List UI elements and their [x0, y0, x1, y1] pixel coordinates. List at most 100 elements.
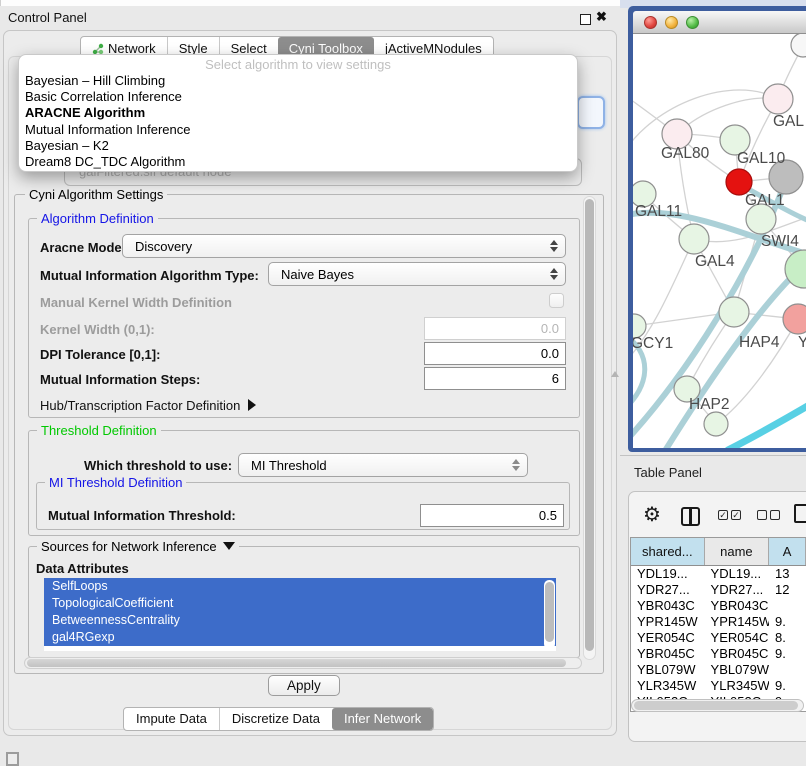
table-cell: YLR345W — [631, 678, 705, 694]
algorithm-dropdown-popup: Select algorithm to view settings Bayesi… — [18, 54, 578, 172]
hub-definition-toggle[interactable]: Hub/Transcription Factor Definition — [40, 398, 256, 413]
stepper-icon — [550, 268, 558, 280]
dpi-tolerance-input[interactable]: 0.0 — [424, 342, 566, 365]
show-columns-icon[interactable]: ✓ ✓ — [718, 510, 741, 520]
mi-steps-input[interactable]: 6 — [424, 367, 566, 390]
attribute-item[interactable]: BetweennessCentrality — [44, 612, 556, 629]
table-cell: 9. — [769, 646, 806, 662]
network-node-hap4[interactable] — [719, 297, 749, 327]
dropdown-item[interactable]: ARACNE Algorithm — [19, 105, 577, 121]
mi-steps-label: Mutual Information Steps: — [40, 372, 200, 387]
sources-toggle[interactable]: Sources for Network Inference — [37, 539, 239, 554]
table-cell: YER054C — [705, 630, 769, 646]
kernel-width-input[interactable]: 0.0 — [424, 317, 566, 340]
node-label: GAL80 — [661, 145, 710, 162]
network-node[interactable] — [791, 34, 806, 57]
tab-infer-network[interactable]: Infer Network — [332, 708, 433, 730]
node-label: Y — [798, 334, 806, 351]
network-node[interactable] — [704, 412, 728, 436]
column-header[interactable]: shared... — [631, 538, 705, 565]
checked-box-icon: ✓ — [718, 510, 728, 520]
unchecked-box-icon — [757, 510, 767, 520]
settings-horizontal-scrollbar[interactable] — [24, 657, 582, 669]
attribute-item[interactable]: gal4RGexp — [44, 629, 556, 646]
sources-title: Sources for Network Inference — [41, 539, 217, 554]
table-row[interactable]: YLR345WYLR345W9. — [631, 678, 806, 694]
scrollbar-thumb[interactable] — [27, 659, 566, 667]
which-threshold-select[interactable]: MI Threshold — [238, 453, 528, 477]
float-panel-icon[interactable] — [6, 752, 19, 766]
node-label: HAP4 — [739, 334, 780, 351]
manual-kernel-label: Manual Kernel Width Definition — [40, 295, 232, 310]
network-canvas[interactable]: GALGAL80GAL10GAL1GAL11GAL4SWI4HAP4YGCY1H… — [633, 34, 806, 448]
network-view-window: GALGAL80GAL10GAL1GAL11GAL4SWI4HAP4YGCY1H… — [628, 6, 806, 452]
table-horizontal-scrollbar[interactable] — [631, 699, 804, 712]
table-row[interactable]: YER054CYER054C8. — [631, 630, 806, 646]
zoom-traffic-light-icon[interactable] — [686, 16, 699, 29]
column-header[interactable]: name — [705, 538, 769, 565]
network-window-titlebar[interactable] — [633, 11, 806, 34]
table-cell: YBR043C — [631, 598, 705, 614]
dropdown-item[interactable]: Bayesian – Hill Climbing — [19, 73, 577, 89]
aracne-mode-value: Discovery — [135, 239, 192, 254]
close-traffic-light-icon[interactable] — [644, 16, 657, 29]
scrollbar-thumb[interactable] — [545, 582, 554, 642]
table-cell: YER054C — [631, 630, 705, 646]
table-row[interactable]: YPR145WYPR145W9. — [631, 614, 806, 630]
table-cell: YPR145W — [631, 614, 705, 630]
node-label: GCY1 — [633, 335, 673, 352]
network-node-y[interactable] — [783, 304, 806, 334]
mi-type-label: Mutual Information Algorithm Type: — [40, 268, 259, 283]
mi-type-value: Naive Bayes — [281, 267, 354, 282]
attribute-item[interactable]: TopologicalCoefficient — [44, 595, 556, 612]
mi-type-select[interactable]: Naive Bayes — [268, 262, 566, 286]
table-row[interactable]: YDR27...YDR27...12 — [631, 582, 806, 598]
scrollbar-thumb[interactable] — [585, 199, 594, 651]
dropdown-item[interactable]: Dream8 DC_TDC Algorithm — [19, 154, 577, 170]
algorithm-definition-title: Algorithm Definition — [37, 211, 158, 226]
settings-vertical-scrollbar[interactable] — [583, 196, 596, 660]
hub-definition-label: Hub/Transcription Factor Definition — [40, 398, 240, 413]
dropdown-item[interactable]: Bayesian – K2 — [19, 138, 577, 154]
table-cell: YDR27... — [705, 582, 769, 598]
node-label: GAL10 — [737, 150, 786, 167]
splitter-arrow-icon[interactable] — [611, 371, 619, 377]
table-panel-title: Table Panel — [634, 465, 702, 480]
hide-columns-icon[interactable] — [757, 510, 780, 520]
mi-threshold-input[interactable]: 0.5 — [420, 504, 564, 527]
network-icon — [92, 43, 104, 55]
export-table-icon[interactable] — [794, 504, 806, 523]
node-table[interactable]: shared...nameAYDL19...YDL19...13YDR27...… — [630, 537, 806, 712]
table-cell: YLR345W — [705, 678, 769, 694]
dropdown-item[interactable]: Basic Correlation Inference — [19, 89, 577, 105]
which-threshold-value: MI Threshold — [251, 458, 327, 473]
table-row[interactable]: YDL19...YDL19...13 — [631, 566, 806, 582]
network-node-gal[interactable] — [763, 84, 793, 114]
data-attributes-list[interactable]: SelfLoopsTopologicalCoefficientBetweenne… — [44, 578, 556, 651]
table-row[interactable]: YBL079WYBL079W — [631, 662, 806, 678]
table-row[interactable]: YBR045CYBR045C9. — [631, 646, 806, 662]
attribute-item[interactable]: SelfLoops — [44, 578, 556, 595]
table-cell: YPR145W — [705, 614, 769, 630]
attributes-scrollbar[interactable] — [544, 580, 555, 649]
table-cell: 9. — [769, 614, 806, 630]
dropdown-item[interactable]: Mutual Information Inference — [19, 122, 577, 138]
table-cell: 8. — [769, 630, 806, 646]
aracne-mode-select[interactable]: Discovery — [122, 234, 566, 258]
scrollbar-thumb[interactable] — [634, 701, 798, 710]
close-icon[interactable]: ✖ — [596, 9, 607, 25]
dropdown-placeholder: Select algorithm to view settings — [19, 57, 577, 73]
columns-icon[interactable] — [681, 507, 700, 526]
tab-discretize-data[interactable]: Discretize Data — [219, 708, 332, 730]
column-header[interactable]: A — [769, 538, 806, 565]
restore-icon[interactable] — [580, 14, 591, 25]
network-node-gal4[interactable] — [679, 224, 709, 254]
table-row[interactable]: YBR043CYBR043C — [631, 598, 806, 614]
algorithm-combo-fragment[interactable] — [577, 96, 605, 129]
minimize-traffic-light-icon[interactable] — [665, 16, 678, 29]
tab-impute-data[interactable]: Impute Data — [124, 708, 219, 730]
manual-kernel-checkbox[interactable] — [549, 293, 564, 308]
node-label: GAL4 — [695, 253, 735, 270]
gear-icon[interactable]: ⚙ — [643, 504, 661, 526]
apply-button[interactable]: Apply — [268, 675, 340, 696]
